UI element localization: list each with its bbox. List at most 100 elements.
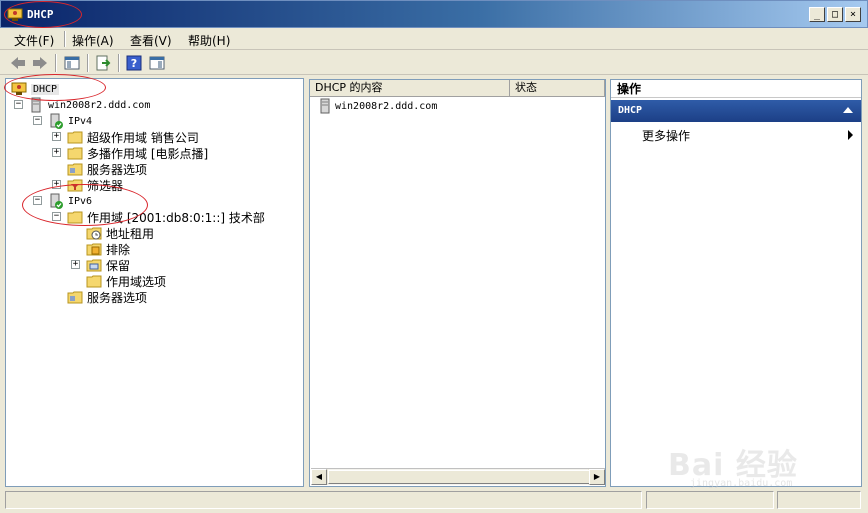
server-icon [320, 98, 330, 114]
status-bar [0, 489, 868, 513]
scroll-left-button[interactable]: ◀ [311, 469, 327, 485]
tree-node-server[interactable]: win2008r2.ddd.com [28, 97, 150, 113]
server-options-icon [67, 291, 83, 304]
show-hide-action-pane-icon [149, 56, 165, 70]
help-button[interactable]: ? [124, 54, 144, 72]
back-icon [11, 57, 25, 69]
tree-label: IPv6 [68, 195, 93, 207]
tree-node-reservations[interactable]: 保留 [86, 257, 130, 273]
tree-node-scope[interactable]: 作用域 [2001:db8:0:1::] 技术部 [67, 209, 265, 225]
dhcp-app-icon [7, 8, 23, 21]
close-button[interactable]: × [845, 7, 861, 22]
folder-icon [67, 131, 83, 144]
tree-label: DHCP [31, 83, 60, 95]
collapse-toggle[interactable]: − [14, 100, 23, 109]
collapse-toggle[interactable]: − [33, 196, 42, 205]
expand-toggle[interactable]: + [52, 148, 61, 157]
action-pane-title: 操作 [611, 80, 861, 98]
expand-toggle[interactable]: + [52, 180, 61, 189]
toolbar-separator [118, 54, 120, 72]
more-actions-item[interactable]: 更多操作 [642, 127, 690, 144]
server-options-icon [67, 163, 83, 176]
menu-help[interactable]: 帮助(H) [188, 32, 230, 49]
tree-label: 筛选器 [87, 178, 124, 193]
help-icon: ? [126, 55, 142, 71]
baidu-watermark: Bai 经验 jingyan.baidu.com [668, 440, 858, 490]
column-header-name[interactable]: DHCP 的内容 [310, 80, 510, 97]
forward-button[interactable] [30, 54, 50, 72]
ipv4-server-icon [50, 113, 63, 129]
tree-node-exclusions[interactable]: 排除 [86, 241, 130, 257]
tree-label: 超级作用域 销售公司 [87, 130, 199, 145]
tree-node-filters[interactable]: 筛选器 [67, 177, 123, 193]
show-hide-action-pane-button[interactable] [147, 54, 167, 72]
collapse-toggle[interactable]: − [33, 116, 42, 125]
tree-node-superscope[interactable]: 超级作用域 销售公司 [67, 129, 199, 145]
scroll-thumb[interactable] [328, 470, 590, 484]
tree-node-ipv6-server-options[interactable]: 服务器选项 [67, 289, 147, 305]
show-hide-tree-icon [64, 56, 80, 70]
action-pane: 操作 DHCP 更多操作 [610, 79, 862, 487]
window-title: DHCP [27, 8, 54, 21]
tree-node-dhcp[interactable]: DHCP [11, 81, 60, 97]
expand-toggle[interactable]: + [52, 132, 61, 141]
collapse-up-icon[interactable] [843, 107, 853, 113]
toolbar: ? [0, 51, 868, 75]
tree-label: 保留 [106, 258, 131, 273]
minimize-button[interactable]: _ [809, 7, 825, 22]
tree-node-ipv6[interactable]: IPv6 [48, 193, 92, 209]
tree-label: 地址租用 [106, 226, 155, 241]
maximize-button[interactable]: □ [827, 7, 843, 22]
tree-label: 服务器选项 [87, 290, 148, 305]
results-pane[interactable]: DHCP 的内容 状态 win2008r2.ddd.com ◀ ▶ [309, 79, 606, 487]
forward-icon [33, 57, 47, 69]
address-leases-icon [86, 227, 102, 240]
action-section-label: DHCP [618, 105, 643, 116]
tree-node-ipv4[interactable]: IPv4 [48, 113, 92, 129]
status-cell-2 [646, 491, 774, 509]
tree-label: IPv4 [68, 115, 93, 127]
folder-icon [86, 275, 102, 288]
toolbar-separator [55, 54, 57, 72]
exclusions-icon [86, 243, 102, 256]
status-cell-main [5, 491, 642, 509]
back-button[interactable] [8, 54, 28, 72]
dhcp-icon [11, 82, 27, 95]
tree-label: 作用域选项 [106, 274, 167, 289]
column-header-status[interactable]: 状态 [510, 80, 605, 97]
tree-label: win2008r2.ddd.com [48, 99, 151, 111]
toolbar-separator [87, 54, 89, 72]
tree-label: 作用域 [2001:db8:0:1::] 技术部 [87, 210, 265, 225]
tree-node-scope-options[interactable]: 作用域选项 [86, 273, 166, 289]
menu-view[interactable]: 查看(V) [130, 32, 172, 49]
list-item[interactable]: win2008r2.ddd.com [317, 98, 437, 114]
tree-label: 多播作用域 [电影点播] [87, 146, 209, 161]
export-list-icon [96, 55, 111, 71]
tree-node-multicast[interactable]: 多播作用域 [电影点播] [67, 145, 208, 161]
ipv6-server-icon [50, 193, 63, 209]
collapse-toggle[interactable]: − [52, 212, 61, 221]
folder-icon [67, 211, 83, 224]
server-icon [31, 97, 41, 113]
title-bar: DHCP _ □ × [0, 0, 868, 28]
tree-label: 排除 [106, 242, 131, 257]
list-item-name: win2008r2.ddd.com [335, 100, 438, 112]
folder-icon [67, 147, 83, 160]
status-cell-3 [777, 491, 861, 509]
console-tree[interactable]: DHCP − win2008r2.ddd.com − IPv4 + 超级作用域 … [5, 78, 304, 487]
watermark-url: jingyan.baidu.com [690, 478, 793, 489]
menu-bar: 文件(F) 操作(A) 查看(V) 帮助(H) [0, 28, 868, 50]
menu-file[interactable]: 文件(F) [14, 32, 54, 49]
show-hide-tree-button[interactable] [62, 54, 82, 72]
action-section-dhcp[interactable]: DHCP [611, 100, 861, 122]
tree-node-ipv4-server-options[interactable]: 服务器选项 [67, 161, 147, 177]
expand-toggle[interactable]: + [71, 260, 80, 269]
export-list-button[interactable] [93, 54, 113, 72]
tree-node-leases[interactable]: 地址租用 [86, 225, 154, 241]
menu-action[interactable]: 操作(A) [72, 32, 114, 49]
tree-label: 服务器选项 [87, 162, 148, 177]
menu-separator [64, 31, 66, 47]
scroll-right-button[interactable]: ▶ [589, 469, 605, 485]
horizontal-scrollbar[interactable]: ◀ ▶ [311, 468, 605, 485]
svg-text:?: ? [131, 57, 137, 70]
